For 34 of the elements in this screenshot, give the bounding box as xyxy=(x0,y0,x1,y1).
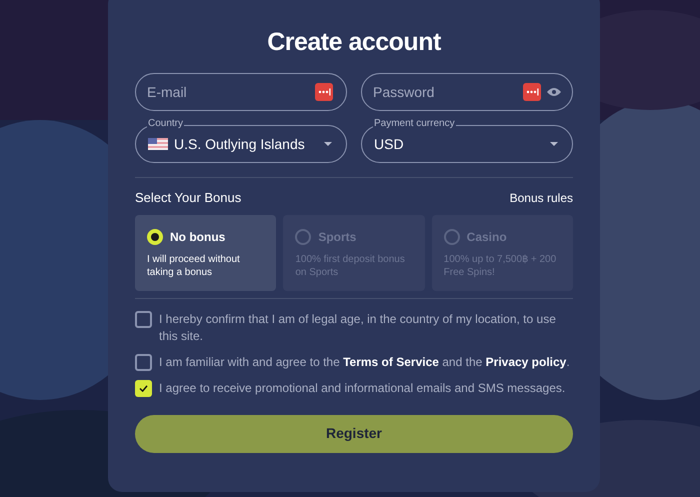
bonus-card[interactable]: No bonus I will proceed without taking a bonus xyxy=(135,214,276,290)
checkbox[interactable] xyxy=(135,354,152,370)
caret-icon xyxy=(550,142,558,146)
register-button[interactable]: Register xyxy=(135,414,573,452)
bonus-rules-link[interactable]: Bonus rules xyxy=(510,188,573,207)
check-icon xyxy=(139,384,148,392)
bonus-title: No bonus xyxy=(170,228,226,246)
input-field[interactable]: E-mail xyxy=(135,73,347,111)
radio-button[interactable] xyxy=(444,228,460,244)
field-label: Country xyxy=(147,118,184,130)
agreement-text: I hereby confirm that I am of legal age, in the country of my location, to use this site. xyxy=(159,310,557,344)
bonus-description: 100% first deposit bonus on Sports xyxy=(295,252,406,278)
select-value: U.S. Outlying Islands xyxy=(174,134,306,154)
bonus-description: I will proceed without taking a bonus xyxy=(147,252,241,278)
bonus-description: 100% up to 7,500฿ + 200 Free Spins! xyxy=(444,252,558,278)
section-heading: Select Your Bonus xyxy=(135,189,242,207)
dialog-title: Create account xyxy=(266,27,442,58)
caret-icon xyxy=(324,142,332,146)
checkbox[interactable] xyxy=(135,310,152,328)
field-label: Payment currency xyxy=(373,118,456,130)
input-field[interactable]: Password xyxy=(361,73,573,111)
policy-link[interactable]: Privacy policy xyxy=(486,354,566,368)
eye-icon[interactable] xyxy=(547,87,561,97)
agreement-text: I am familiar with and agree to the Terms of Service and the Privacy policy. xyxy=(159,354,570,370)
password-manager-icon[interactable] xyxy=(315,83,333,101)
password-manager-icon[interactable] xyxy=(523,83,541,101)
bonus-title: Sports xyxy=(318,228,356,246)
checkbox[interactable] xyxy=(135,380,152,396)
policy-link[interactable]: Terms of Service xyxy=(343,354,439,368)
agreement-text: I agree to receive promotional and informational emails and SMS messages. xyxy=(159,380,566,396)
select-value: USD xyxy=(374,134,405,154)
radio-button[interactable] xyxy=(147,228,163,244)
bonus-title: Casino xyxy=(466,228,507,246)
radio-button[interactable] xyxy=(295,228,312,244)
